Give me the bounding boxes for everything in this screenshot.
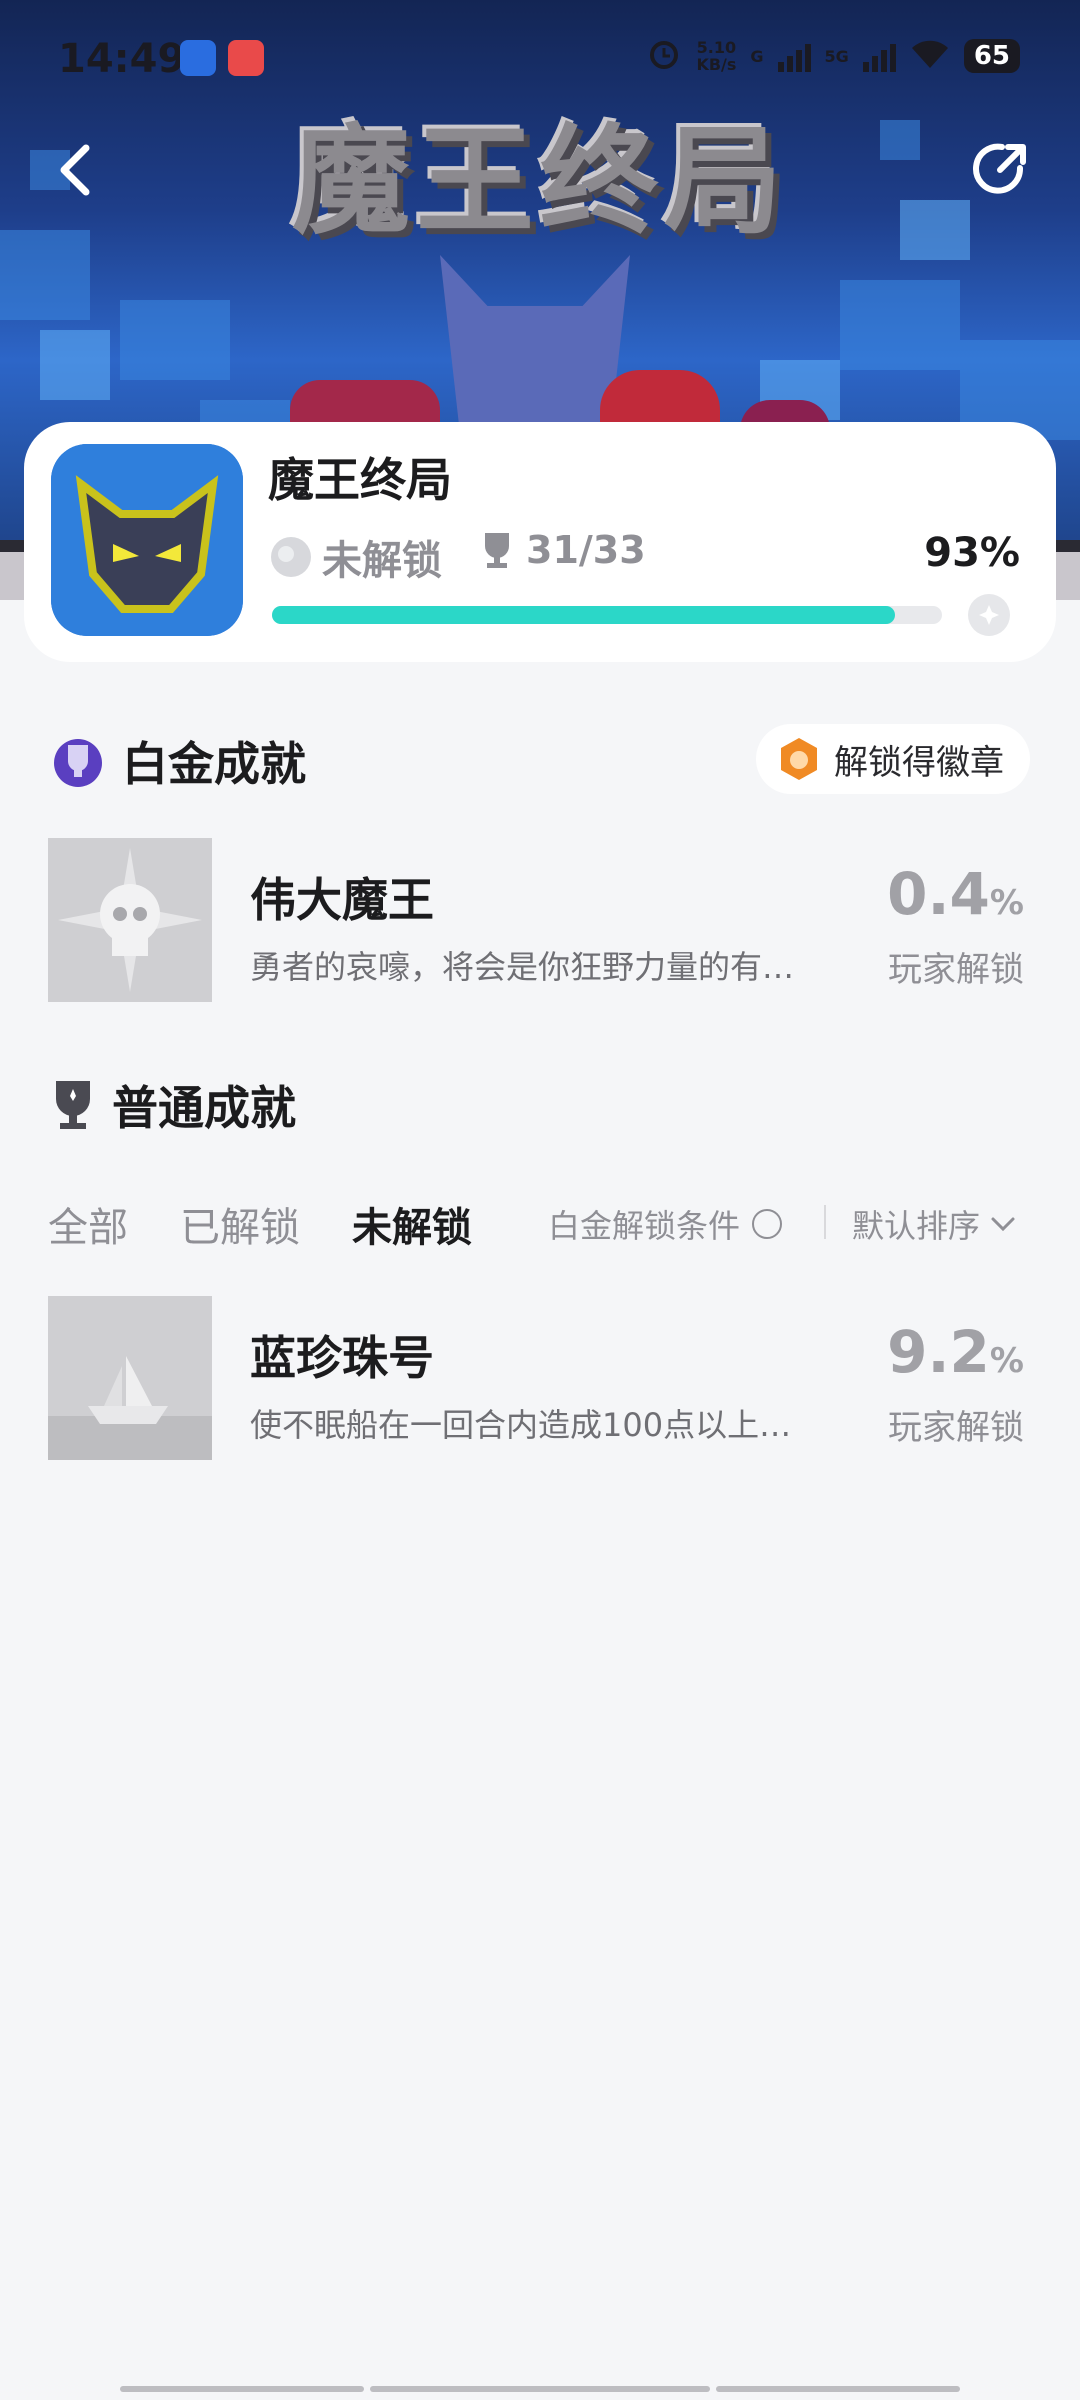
achievement-unlock-label: 玩家解锁 bbox=[888, 1408, 1024, 1448]
status-bar: 14:49 5.10 KB/s G 5G 65 bbox=[0, 30, 1080, 90]
tab-all[interactable]: 全部 bbox=[48, 1195, 128, 1253]
game-title: 魔王终局 bbox=[268, 453, 452, 507]
platinum-status: 未解锁 bbox=[268, 528, 442, 586]
unlock-badge-label: 解锁得徽章 bbox=[834, 742, 1004, 783]
platinum-condition-filter[interactable]: 白金解锁条件 bbox=[548, 1201, 783, 1247]
game-summary-card: 魔王终局 未解锁 31/33 93% bbox=[24, 422, 1056, 662]
achievement-description: 使不眠船在一回合内造成100点以上… bbox=[250, 1406, 792, 1444]
divider bbox=[824, 1205, 826, 1239]
radio-circle-icon bbox=[752, 1209, 783, 1239]
achievement-unlock-rate: 0.4% bbox=[887, 860, 1024, 928]
unlock-badge-button[interactable]: 解锁得徽章 bbox=[756, 724, 1030, 794]
signal-label: 5G bbox=[824, 46, 849, 66]
platinum-condition-label: 白金解锁条件 bbox=[548, 1207, 741, 1245]
platinum-section-title: 白金成就 bbox=[122, 737, 306, 791]
notification-app-icon bbox=[228, 40, 264, 76]
signal-icon bbox=[777, 40, 811, 72]
progress-fill bbox=[272, 606, 896, 624]
wifi-icon bbox=[910, 38, 950, 74]
achievement-image bbox=[48, 838, 212, 1002]
game-app-icon bbox=[51, 444, 243, 636]
tab-locked[interactable]: 未解锁 bbox=[352, 1195, 472, 1253]
achievement-unlock-label: 玩家解锁 bbox=[888, 950, 1024, 990]
badge-medal-icon bbox=[781, 738, 817, 780]
share-icon bbox=[973, 143, 1026, 194]
sort-dropdown[interactable]: 默认排序 bbox=[852, 1201, 1016, 1247]
notification-app-icon bbox=[180, 40, 216, 76]
alarm-icon bbox=[646, 36, 682, 76]
achievement-name: 蓝珍珠号 bbox=[250, 1331, 434, 1385]
achievement-description: 勇者的哀嚎，将会是你狂野力量的有… bbox=[250, 948, 795, 986]
trophy-count-text: 31/33 bbox=[526, 528, 646, 572]
trophy-icon bbox=[485, 533, 509, 568]
unlock-medal-icon bbox=[271, 537, 311, 577]
platinum-trophy-icon bbox=[54, 739, 102, 787]
share-button[interactable] bbox=[970, 138, 1032, 200]
achievement-unlock-rate: 9.2% bbox=[887, 1318, 1024, 1386]
network-speed: 5.10 KB/s bbox=[696, 38, 737, 74]
achievement-row-platinum[interactable]: 伟大魔王 勇者的哀嚎，将会是你狂野力量的有… 0.4% 玩家解锁 bbox=[48, 838, 1032, 1002]
trophy-count: 31/33 bbox=[482, 528, 646, 572]
normal-section-title: 普通成就 bbox=[112, 1081, 296, 1135]
signal-icon bbox=[862, 40, 896, 72]
completion-progress-bar bbox=[272, 606, 942, 624]
achievement-name: 伟大魔王 bbox=[250, 873, 434, 927]
gesture-bar bbox=[716, 2386, 960, 2392]
progress-end-marker bbox=[968, 594, 1010, 636]
chevron-down-icon bbox=[991, 1217, 1015, 1232]
achievement-image bbox=[48, 1296, 212, 1460]
normal-section-header: 普通成就 bbox=[48, 1072, 296, 1138]
sort-label: 默认排序 bbox=[852, 1207, 981, 1245]
status-time: 14:49 bbox=[58, 36, 186, 82]
signal-label: G bbox=[750, 46, 764, 66]
trophy-icon bbox=[56, 1081, 90, 1129]
achievement-filter-tabs: 全部 已解锁 未解锁 白金解锁条件 默认排序 bbox=[48, 1195, 1032, 1255]
achievement-row-normal[interactable]: 蓝珍珠号 使不眠船在一回合内造成100点以上… 9.2% 玩家解锁 bbox=[48, 1296, 1032, 1460]
tab-unlocked[interactable]: 已解锁 bbox=[180, 1195, 300, 1253]
completion-percent: 93% bbox=[924, 530, 1020, 576]
gesture-bar bbox=[370, 2386, 710, 2392]
platinum-section-header: 白金成就 bbox=[48, 728, 306, 794]
battery-indicator: 65 bbox=[963, 39, 1020, 73]
unlock-status-text: 未解锁 bbox=[322, 538, 442, 584]
back-button[interactable] bbox=[54, 140, 94, 200]
back-arrow-icon bbox=[60, 144, 90, 196]
banner-title: 魔王终局 bbox=[291, 111, 788, 250]
gesture-bar bbox=[120, 2386, 364, 2392]
